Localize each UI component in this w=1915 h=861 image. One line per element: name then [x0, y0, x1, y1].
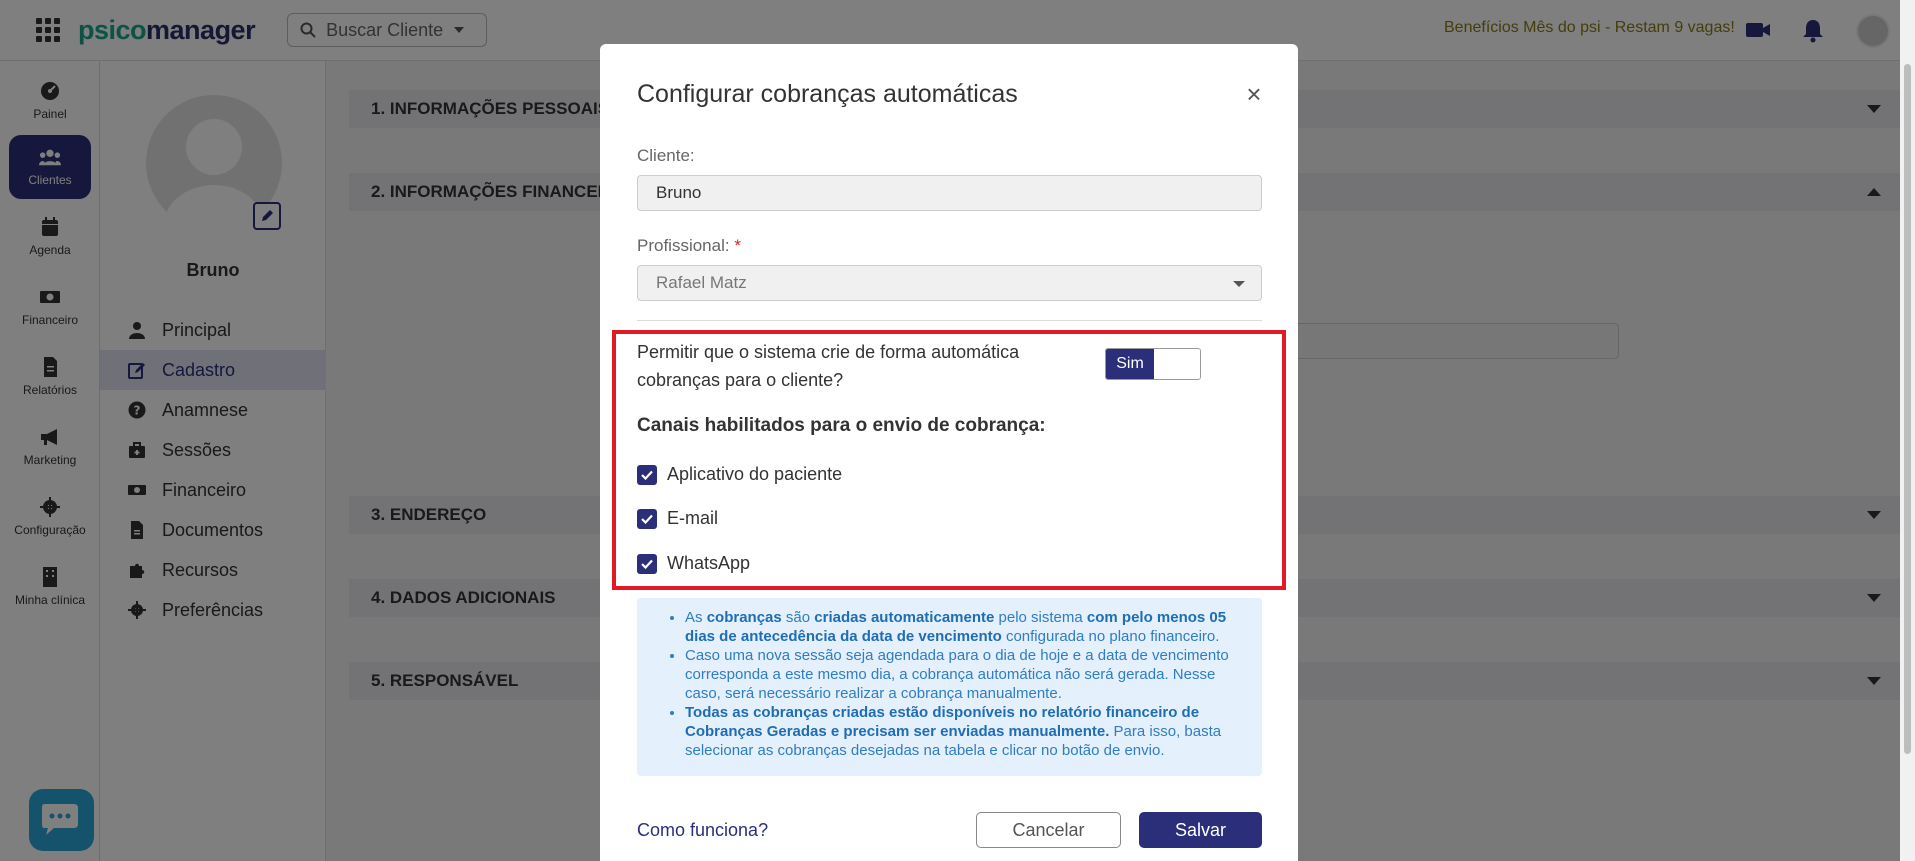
- channels-title: Canais habilitados para o envio de cobra…: [637, 415, 1046, 436]
- info-bullet-3: Todas as cobranças criadas estão disponí…: [685, 703, 1248, 760]
- professional-label-text: Profissional:: [637, 236, 730, 255]
- info-text: Caso uma nova sessão seja agendada para …: [685, 647, 1229, 702]
- client-value: Bruno: [656, 183, 702, 202]
- channel-label: E-mail: [667, 508, 719, 528]
- scrollbar-thumb[interactable]: [1904, 64, 1911, 754]
- auto-billing-modal: Configurar cobranças automáticas × Clien…: [600, 44, 1298, 861]
- channel-app-checkbox[interactable]: Aplicativo do paciente: [637, 464, 842, 485]
- toggle-knob: [1154, 349, 1200, 379]
- checkbox-checked-icon[interactable]: [637, 464, 657, 485]
- toggle-on-label: Sim: [1106, 349, 1154, 379]
- auto-billing-question: Permitir que o sistema crie de forma aut…: [637, 342, 1020, 390]
- professional-label: Profissional: *: [637, 236, 741, 256]
- client-field[interactable]: Bruno: [637, 175, 1262, 211]
- required-mark: *: [734, 236, 741, 255]
- auto-billing-toggle[interactable]: Sim: [1105, 348, 1201, 380]
- client-label: Cliente:: [637, 146, 695, 165]
- divider: [637, 320, 1262, 321]
- save-button[interactable]: Salvar: [1139, 812, 1262, 848]
- channel-email-checkbox[interactable]: E-mail: [637, 508, 718, 529]
- professional-select[interactable]: Rafael Matz: [637, 265, 1262, 301]
- checkbox-checked-icon[interactable]: [637, 553, 657, 574]
- channel-label: WhatsApp: [667, 553, 751, 573]
- info-bullet-2: Caso uma nova sessão seja agendada para …: [685, 646, 1248, 703]
- info-text: As: [685, 609, 707, 626]
- info-bold: cobranças: [706, 609, 782, 626]
- info-text: configurada no plano financeiro.: [1001, 628, 1220, 645]
- info-bullet-1: As cobranças são criadas automaticamente…: [685, 608, 1248, 646]
- page-scrollbar[interactable]: [1900, 0, 1915, 861]
- info-text: pelo sistema: [994, 609, 1087, 626]
- checkbox-checked-icon[interactable]: [637, 508, 657, 529]
- info-box: As cobranças são criadas automaticamente…: [637, 598, 1262, 776]
- close-icon[interactable]: ×: [1242, 81, 1266, 107]
- how-it-works-link[interactable]: Como funciona?: [637, 820, 768, 841]
- professional-value: Rafael Matz: [656, 273, 747, 292]
- info-bold: criadas automaticamente: [814, 609, 995, 626]
- channel-whatsapp-checkbox[interactable]: WhatsApp: [637, 553, 750, 574]
- modal-title: Configurar cobranças automáticas: [637, 80, 1018, 108]
- chevron-down-icon: [1233, 281, 1245, 287]
- channel-label: Aplicativo do paciente: [667, 464, 843, 484]
- cancel-button[interactable]: Cancelar: [976, 812, 1121, 848]
- info-text: são: [781, 609, 815, 626]
